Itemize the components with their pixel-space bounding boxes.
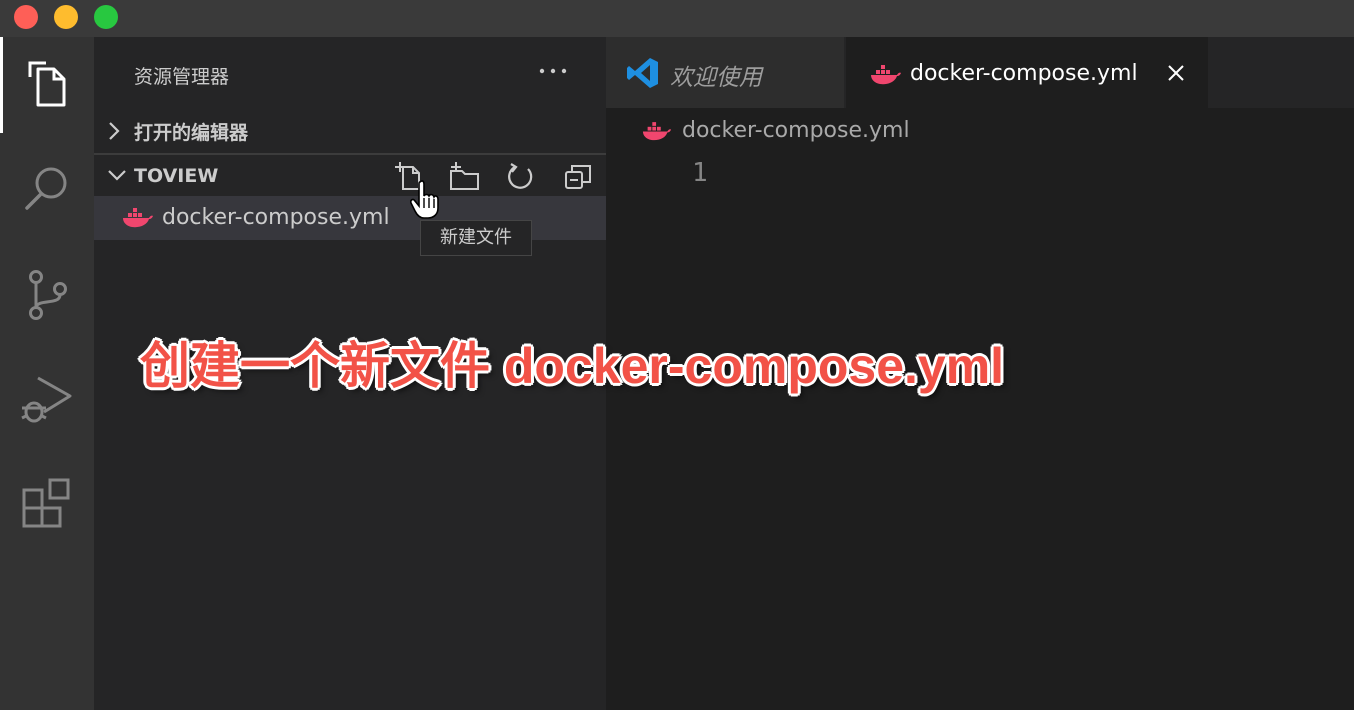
tab-welcome[interactable]: 欢迎使用: [606, 37, 844, 108]
run-debug-icon: [21, 376, 72, 423]
maximize-window-button[interactable]: [94, 5, 118, 29]
vscode-window: 资源管理器 打开的编辑器 TOVIEW docker-compose.yml 新…: [0, 0, 1354, 710]
search-icon: [25, 167, 67, 210]
collapse-all-icon: [565, 165, 591, 189]
source-control-activity[interactable]: [0, 247, 94, 343]
close-icon[interactable]: [1166, 63, 1186, 83]
line-number: 1: [692, 158, 708, 188]
chevron-down-icon: [108, 170, 126, 181]
tab-docker-compose[interactable]: docker-compose.yml: [846, 37, 1208, 108]
minimize-window-button[interactable]: [54, 5, 78, 29]
ellipsis-icon[interactable]: [538, 61, 568, 81]
activity-bar: [0, 37, 94, 710]
editor-tab-bar: 欢迎使用 docker-compose.yml: [606, 37, 1354, 108]
tab-label: 欢迎使用: [670, 65, 762, 91]
refresh-icon: [508, 163, 533, 189]
extensions-activity[interactable]: [0, 455, 94, 551]
open-editors-label: 打开的编辑器: [134, 122, 249, 144]
breadcrumb[interactable]: docker-compose.yml: [606, 108, 1354, 152]
breadcrumb-label: docker-compose.yml: [682, 118, 910, 143]
file-name: docker-compose.yml: [162, 205, 390, 230]
title-bar: [0, 0, 1354, 37]
docker-icon: [123, 208, 153, 228]
tutorial-caption: 创建一个新文件 docker-compose.yml: [140, 338, 1005, 394]
new-folder-button[interactable]: [448, 160, 480, 192]
source-control-icon: [29, 270, 67, 320]
hand-cursor-icon: [410, 180, 439, 219]
open-editors-section[interactable]: 打开的编辑器: [94, 110, 606, 152]
search-activity[interactable]: [0, 140, 94, 236]
refresh-button[interactable]: [505, 160, 537, 192]
folder-section-toview[interactable]: TOVIEW: [94, 153, 606, 197]
docker-icon: [642, 122, 672, 141]
explorer-activity[interactable]: [0, 37, 94, 133]
folder-label: TOVIEW: [134, 165, 219, 187]
sidebar-title: 资源管理器: [134, 66, 230, 88]
close-window-button[interactable]: [14, 5, 38, 29]
tab-label: docker-compose.yml: [910, 61, 1138, 86]
vscode-icon: [627, 58, 658, 88]
chevron-right-icon: [109, 122, 120, 140]
new-folder-icon: [450, 162, 479, 190]
run-debug-activity[interactable]: [0, 352, 94, 448]
collapse-all-button[interactable]: [562, 160, 594, 192]
docker-icon: [871, 65, 901, 85]
extensions-icon: [22, 478, 70, 528]
tooltip: 新建文件: [420, 220, 532, 256]
files-icon: [28, 61, 66, 107]
